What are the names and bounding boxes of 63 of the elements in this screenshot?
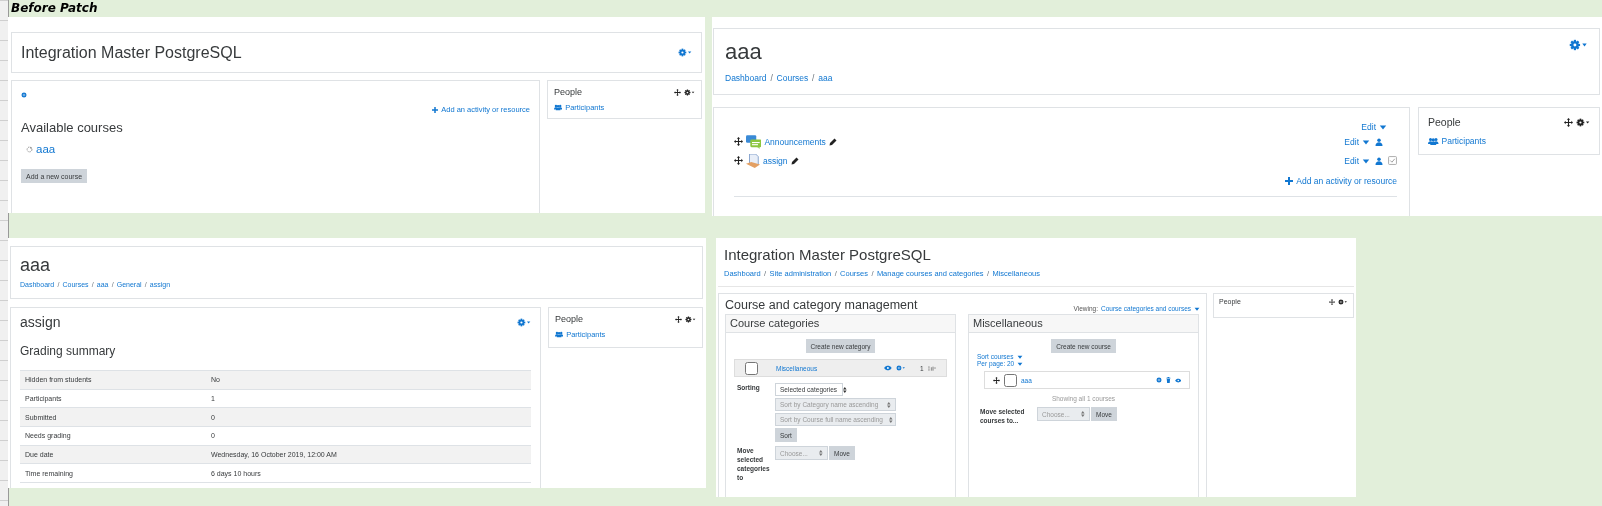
breadcrumb-link[interactable]: Dashboard xyxy=(725,73,767,83)
page-title: aaa xyxy=(20,255,52,276)
activity-title: assign xyxy=(20,314,61,330)
select-arrows-icon xyxy=(887,401,891,408)
people-icon xyxy=(1428,136,1439,146)
page-title: aaa xyxy=(725,39,763,65)
move-icon[interactable] xyxy=(674,315,682,323)
block-title: People xyxy=(554,87,583,97)
select-arrows-icon xyxy=(1081,411,1085,417)
plus-icon xyxy=(432,106,439,113)
move-icon[interactable] xyxy=(734,137,743,146)
trash-icon[interactable] xyxy=(1165,377,1171,383)
breadcrumb-separator: / xyxy=(812,73,815,83)
pencil-icon[interactable] xyxy=(828,137,837,146)
caption: Before Patch xyxy=(10,0,98,17)
panel-title: Miscellaneous xyxy=(969,315,1198,333)
move-icon[interactable] xyxy=(1563,117,1573,127)
breadcrumb-separator: / xyxy=(770,73,773,83)
person-icon[interactable] xyxy=(1375,156,1383,165)
block-title: People xyxy=(555,314,584,324)
page-title: Integration Master PostgreSQL xyxy=(21,43,242,62)
person-icon[interactable] xyxy=(1375,137,1383,146)
settings-icon[interactable] xyxy=(683,88,695,96)
people-icon xyxy=(555,331,564,338)
page-title: Integration Master PostgreSQL xyxy=(724,246,932,263)
edit-menu-link[interactable]: Edit xyxy=(1344,155,1370,166)
select-arrows-icon xyxy=(843,386,847,393)
participants-link[interactable]: Participants xyxy=(1441,136,1486,146)
activity-link[interactable]: assign xyxy=(763,155,788,166)
plus-icon xyxy=(1285,177,1294,185)
caret-icon xyxy=(1379,123,1387,131)
activity-link[interactable]: Announcements xyxy=(764,136,826,147)
move-icon[interactable] xyxy=(993,376,1000,384)
page-heading: Course and category management xyxy=(725,298,918,312)
speech-bubbles-icon xyxy=(746,134,762,149)
settings-icon[interactable] xyxy=(1338,298,1348,305)
checkbox[interactable] xyxy=(745,361,758,375)
edit-menu-link[interactable]: Edit xyxy=(1344,136,1370,147)
breadcrumb-link[interactable]: Courses xyxy=(776,73,809,83)
move-icon[interactable] xyxy=(673,88,681,96)
add-activity-link[interactable]: Add an activity or resource xyxy=(1296,176,1397,186)
section-heading: Grading summary xyxy=(20,344,117,358)
select-arrows-icon xyxy=(889,416,893,423)
pencil-icon[interactable] xyxy=(790,156,799,165)
checkbox-icon[interactable] xyxy=(1388,156,1397,165)
select-arrows-icon xyxy=(819,450,823,456)
edit-menu-link[interactable]: Edit xyxy=(1361,122,1387,132)
move-icon[interactable] xyxy=(734,156,743,165)
document-icon xyxy=(746,153,760,168)
people-icon xyxy=(554,104,563,111)
block-title: People xyxy=(1428,116,1461,128)
settings-icon[interactable] xyxy=(1575,117,1590,127)
caret-icon xyxy=(1194,305,1200,312)
settings-icon[interactable] xyxy=(684,315,696,323)
course-icon xyxy=(26,145,33,153)
section-heading: Available courses xyxy=(21,120,124,135)
eye-icon[interactable] xyxy=(884,365,893,371)
eye-icon[interactable] xyxy=(1174,377,1181,383)
panel-title: Course categories xyxy=(726,315,955,333)
breadcrumb-link[interactable]: aaa xyxy=(818,73,833,83)
course-link[interactable]: aaa xyxy=(36,143,56,155)
checkbox[interactable] xyxy=(1004,373,1017,387)
caret-icon xyxy=(1362,156,1370,165)
